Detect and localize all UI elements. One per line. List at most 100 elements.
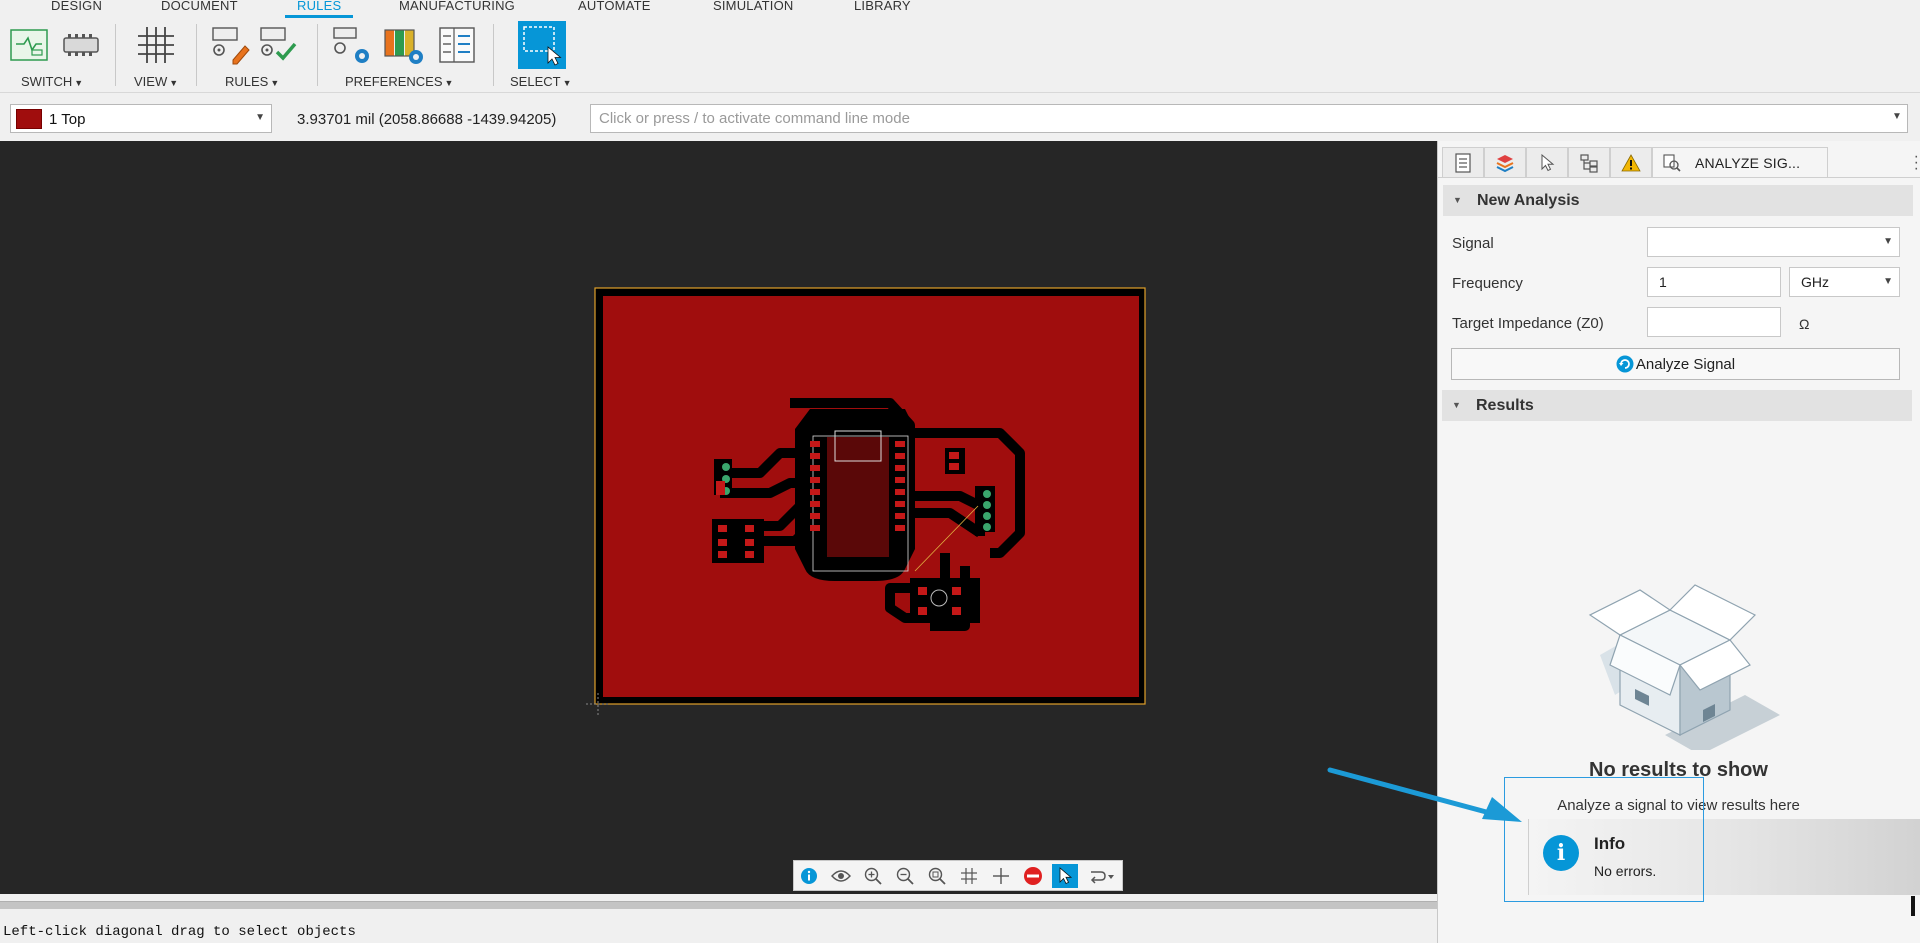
select-group: SELECT ▼ xyxy=(494,18,584,93)
resize-grip[interactable] xyxy=(1911,896,1915,916)
show-tool[interactable] xyxy=(828,864,854,888)
tab-library[interactable]: LIBRARY xyxy=(854,0,911,18)
switch-group: SWITCH ▼ xyxy=(0,18,115,93)
panel-more-options-icon[interactable]: · · · xyxy=(1914,149,1919,177)
tab-design[interactable]: DESIGN xyxy=(51,0,102,18)
layer-color-swatch xyxy=(16,109,42,129)
panel-tab-selection-filter[interactable] xyxy=(1526,147,1568,177)
design-canvas[interactable] xyxy=(0,141,1437,894)
command-history-dropdown-icon[interactable]: ▼ xyxy=(1892,111,1902,122)
stop-tool[interactable] xyxy=(1020,864,1046,888)
caret-down-icon: ▼ xyxy=(1883,276,1893,287)
coordinate-readout: 3.93701 mil (2058.86688 -1439.94205) xyxy=(297,111,557,128)
route-tool-dropdown[interactable] xyxy=(1086,864,1118,888)
select-tool[interactable] xyxy=(1052,864,1078,888)
left-header-component xyxy=(714,459,732,495)
frequency-input[interactable]: 1 xyxy=(1647,267,1781,297)
zoom-out-icon xyxy=(896,867,914,885)
tab-document[interactable]: DOCUMENT xyxy=(161,0,238,18)
zoom-fit-tool[interactable] xyxy=(924,864,950,888)
signal-dropdown[interactable]: ▼ xyxy=(1647,227,1900,257)
collapse-triangle-icon: ▼ xyxy=(1452,400,1461,410)
rules-group: RULES ▼ xyxy=(197,18,317,93)
frequency-label: Frequency xyxy=(1452,275,1523,292)
info-icon xyxy=(801,868,817,884)
edit-rules-icon[interactable] xyxy=(209,24,251,66)
panel-tab-analyze-signal[interactable]: ANALYZE SIG... xyxy=(1652,147,1828,177)
impedance-input[interactable] xyxy=(1647,307,1781,337)
caret-down-icon: ▼ xyxy=(270,78,280,88)
zoom-in-tool[interactable] xyxy=(860,864,886,888)
results-title: Results xyxy=(1476,397,1534,414)
select-menu[interactable]: SELECT ▼ xyxy=(510,74,572,89)
ribbon-tab-bar: DESIGN DOCUMENT RULES MANUFACTURING AUTO… xyxy=(0,0,1920,18)
analyze-signal-icon xyxy=(1663,153,1681,172)
horizontal-scrollbar[interactable] xyxy=(0,901,1437,909)
mcu-ground-pad xyxy=(827,437,889,557)
empty-box-icon xyxy=(1588,584,1780,750)
command-line-input[interactable] xyxy=(590,104,1908,133)
upper-right-passive xyxy=(945,448,965,474)
grid-icon[interactable] xyxy=(135,24,177,66)
new-analysis-title: New Analysis xyxy=(1477,192,1580,209)
frequency-unit-dropdown[interactable]: GHz ▼ xyxy=(1789,267,1900,297)
info-tool[interactable] xyxy=(796,864,822,888)
tab-automate[interactable]: AUTOMATE xyxy=(578,0,651,18)
analyze-signal-button[interactable]: Analyze Signal xyxy=(1451,348,1900,380)
eye-icon xyxy=(831,870,851,882)
command-bar: 1 Top ▼ 3.93701 mil (2058.86688 -1439.94… xyxy=(0,93,1920,141)
preferences-group: PREFERENCES ▼ xyxy=(318,18,493,93)
signal-label: Signal xyxy=(1452,235,1494,252)
design-preferences-icon[interactable] xyxy=(330,24,372,66)
tab-manufacturing[interactable]: MANUFACTURING xyxy=(399,0,515,18)
tab-rules[interactable]: RULES xyxy=(284,0,354,18)
pointer-icon xyxy=(1541,153,1555,171)
layer-dropdown[interactable]: 1 Top ▼ xyxy=(10,104,272,133)
window-select-icon[interactable] xyxy=(518,21,566,69)
view-menu[interactable]: VIEW ▼ xyxy=(134,74,178,89)
bottom-right-crystal xyxy=(910,578,980,623)
caret-down-icon: ▼ xyxy=(444,78,454,88)
crosshair-tool[interactable] xyxy=(988,864,1014,888)
grid-tool[interactable] xyxy=(956,864,982,888)
preferences-menu[interactable]: PREFERENCES ▼ xyxy=(345,74,453,89)
pcb-board-view xyxy=(586,287,1146,717)
frequency-unit: GHz xyxy=(1801,274,1829,290)
status-message: Left-click diagonal drag to select objec… xyxy=(3,924,356,940)
panel-tab-properties[interactable] xyxy=(1442,147,1484,177)
stop-icon xyxy=(1024,867,1042,885)
view-group: VIEW ▼ xyxy=(116,18,196,93)
board-switch-icon[interactable] xyxy=(60,24,102,66)
route-icon xyxy=(1090,871,1114,884)
caret-down-icon: ▼ xyxy=(1883,236,1893,247)
canvas-toolbar xyxy=(793,860,1123,891)
analyze-signal-label: Analyze Signal xyxy=(1635,355,1736,373)
impedance-label: Target Impedance (Z0) xyxy=(1452,315,1604,332)
zoom-in-icon xyxy=(864,867,882,885)
layer-label: 1 Top xyxy=(49,111,86,128)
zoom-out-tool[interactable] xyxy=(892,864,918,888)
panel-tab-warnings[interactable] xyxy=(1610,147,1652,177)
panel-preferences-icon[interactable] xyxy=(436,24,478,66)
switch-menu[interactable]: SWITCH ▼ xyxy=(21,74,83,89)
frequency-value: 1 xyxy=(1659,274,1667,290)
right-header-component xyxy=(975,486,995,532)
pointer-icon xyxy=(1059,867,1073,885)
crosshair-icon xyxy=(993,868,1009,884)
caret-down-icon: ▼ xyxy=(562,78,572,88)
left-passive-components xyxy=(712,519,764,563)
tree-icon xyxy=(1580,153,1598,173)
layers-icon xyxy=(1496,154,1514,172)
tab-simulation[interactable]: SIMULATION xyxy=(713,0,794,18)
switch-label: SWITCH xyxy=(21,74,73,89)
new-analysis-section-header[interactable]: ▼ New Analysis xyxy=(1443,185,1913,216)
check-rules-icon[interactable] xyxy=(257,24,299,66)
refresh-icon xyxy=(1616,355,1634,373)
panel-tab-layers[interactable] xyxy=(1484,147,1526,177)
panel-tab-design-manager[interactable] xyxy=(1568,147,1610,177)
layer-preferences-icon[interactable] xyxy=(383,24,425,66)
caret-down-icon: ▼ xyxy=(255,112,265,123)
schematic-switch-icon[interactable] xyxy=(8,24,50,66)
rules-menu[interactable]: RULES ▼ xyxy=(225,74,279,89)
results-section-header[interactable]: ▼ Results xyxy=(1442,390,1912,421)
